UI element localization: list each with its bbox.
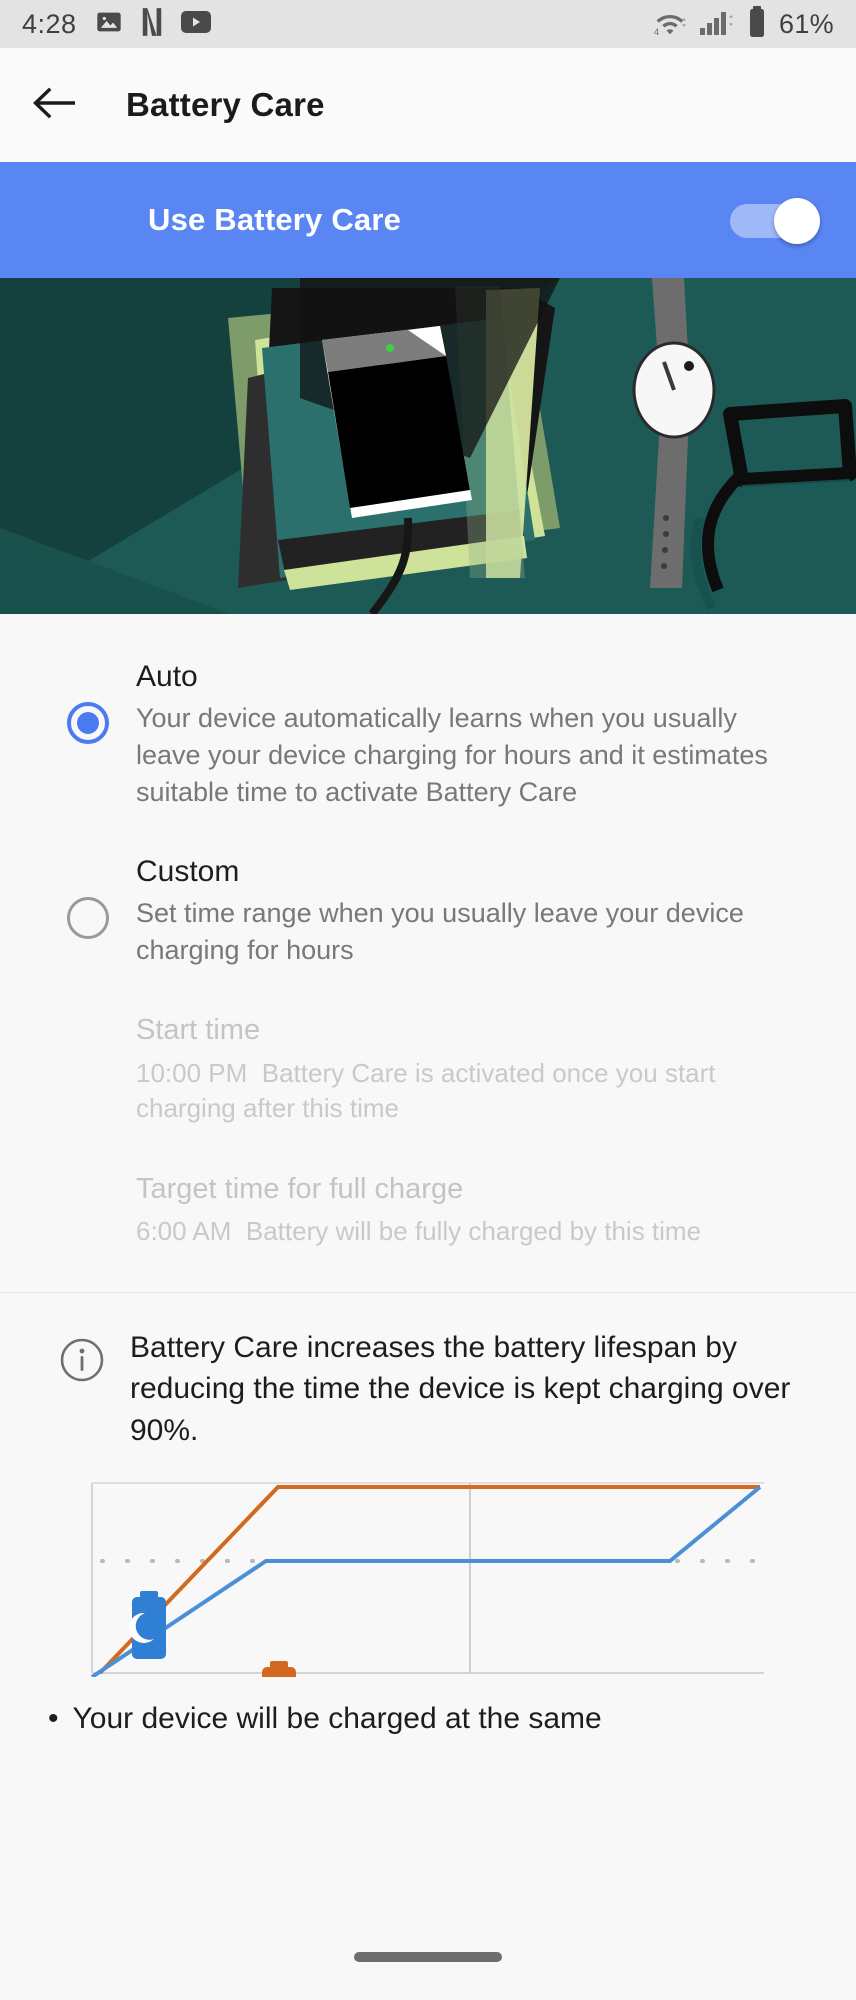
youtube-icon: [180, 10, 211, 39]
battery-bolt-icon: [262, 1661, 296, 1677]
use-battery-care-toggle[interactable]: [730, 198, 820, 244]
netflix-icon: [139, 7, 165, 42]
target-time-summary: 6:00 AM Battery will be fully charged by…: [136, 1214, 816, 1249]
start-time-value: 10:00 PM: [136, 1058, 248, 1089]
use-battery-care-label: Use Battery Care: [148, 202, 402, 237]
bullet-item: • Your device will be charged at the sam…: [0, 1677, 856, 1740]
photos-icon: [95, 8, 123, 41]
option-custom-title: Custom: [136, 854, 240, 888]
radio-custom[interactable]: [67, 896, 109, 939]
svg-text:4: 4: [654, 27, 659, 37]
battery-moon-icon: [128, 1591, 166, 1659]
option-custom-text: Custom Set time range when you usually l…: [136, 853, 816, 969]
radio-auto[interactable]: [67, 702, 109, 744]
chart-series-battery-care: [90, 1485, 762, 1677]
hero-illustration: [0, 278, 856, 614]
target-time-desc: Battery will be fully charged by this ti…: [245, 1216, 702, 1247]
status-system-icons: 4 61%: [653, 5, 834, 43]
chart-svg: [90, 1482, 764, 1677]
option-auto-title: Auto: [136, 660, 198, 693]
radio-auto-wrap[interactable]: [40, 658, 136, 744]
back-button[interactable]: [26, 76, 84, 134]
option-auto-text: Auto Your device automatically learns wh…: [136, 658, 816, 811]
toggle-thumb: [774, 198, 820, 244]
option-auto[interactable]: Auto Your device automatically learns wh…: [0, 640, 856, 811]
chart-series-normal-charging: [98, 1485, 760, 1675]
target-time-label: Target time for full charge: [136, 1172, 464, 1205]
option-custom[interactable]: Custom Set time range when you usually l…: [0, 811, 856, 969]
battery-care-chart: [0, 1451, 856, 1677]
info-section: Battery Care increases the battery lifes…: [0, 1293, 856, 1451]
option-custom-desc: Set time range when you usually leave yo…: [136, 897, 744, 965]
option-auto-desc: Your device automatically learns when yo…: [136, 703, 768, 807]
charging-mode-options: Auto Your device automatically learns wh…: [0, 614, 856, 1740]
arrow-left-icon: [31, 83, 79, 128]
wifi-icon: 4: [653, 7, 687, 42]
gesture-navigation-pill[interactable]: [354, 1952, 502, 1962]
battery-percent-label: 61%: [779, 8, 834, 39]
cellular-signal-icon: [699, 7, 735, 42]
status-bar: 4:28 4 61%: [0, 0, 856, 48]
bullet-text: Your device will be charged at the same: [72, 1702, 602, 1735]
use-battery-care-banner[interactable]: Use Battery Care: [0, 162, 856, 278]
target-time-value: 6:00 AM: [136, 1216, 232, 1247]
status-clock: 4:28: [22, 8, 77, 39]
start-time-label: Start time: [136, 1014, 261, 1047]
info-circle-icon: [34, 1327, 130, 1451]
info-text: Battery Care increases the battery lifes…: [130, 1330, 791, 1447]
phone-screen: 4:28 4 61% Battery Care Use Battery Care…: [0, 0, 856, 2000]
setting-start-time: Start time 10:00 PM Battery Care is acti…: [0, 1012, 856, 1126]
radio-custom-wrap[interactable]: [40, 853, 136, 939]
setting-target-time: Target time for full charge 6:00 AM Batt…: [0, 1171, 856, 1250]
bullet-dot: •: [48, 1702, 59, 1735]
battery-icon: [747, 5, 767, 43]
start-time-summary: 10:00 PM Battery Care is activated once …: [136, 1056, 816, 1127]
page-title: Battery Care: [126, 86, 325, 123]
app-bar: Battery Care: [0, 48, 856, 162]
status-notification-icons: [95, 7, 211, 42]
